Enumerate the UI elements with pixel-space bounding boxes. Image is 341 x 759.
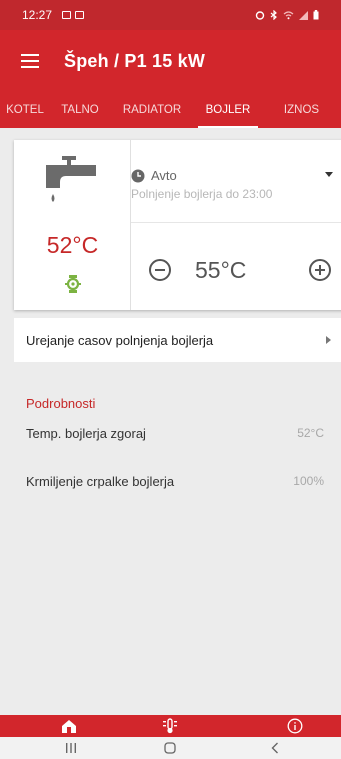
detail-value: 52°C <box>297 426 324 440</box>
tab-radiator[interactable]: RADIATOR <box>110 92 194 128</box>
tab-talno[interactable]: TALNO <box>50 92 110 128</box>
mode-label: Avto <box>151 168 177 183</box>
mode-selector[interactable]: Avto Polnjenje bojlerja do 23:00 <box>131 168 341 201</box>
thermometer-icon[interactable] <box>162 718 178 734</box>
tab-bojler[interactable]: BOJLER <box>194 92 262 128</box>
detail-row: Temp. bojlerja zgoraj 52°C <box>26 426 326 441</box>
pump-icon <box>65 275 81 293</box>
house-icon[interactable] <box>61 718 77 734</box>
back-icon[interactable] <box>271 742 279 754</box>
detail-value: 100% <box>293 474 324 488</box>
detail-label: Temp. bojlerja zgoraj <box>26 426 146 441</box>
decrease-temp-button[interactable] <box>149 259 171 281</box>
setpoint-value: 55°C <box>195 256 247 283</box>
tab-bar: KOTEL TALNO RADIATOR BOJLER IZNOS <box>0 92 341 128</box>
battery-icon <box>313 10 319 20</box>
bluetooth-icon <box>270 10 277 20</box>
menu-icon[interactable] <box>6 41 54 81</box>
chevron-right-icon <box>326 336 331 344</box>
current-temperature: 52°C <box>46 232 99 258</box>
clock-icon <box>131 169 145 182</box>
status-bar: 12:27 <box>0 0 341 30</box>
alarm-icon <box>255 11 265 20</box>
increase-temp-button[interactable] <box>309 259 331 281</box>
app-bar: Špeh / P1 15 kW <box>0 30 341 92</box>
schedule-row-label: Urejanje casov polnjenja bojlerja <box>26 332 214 348</box>
tab-kotel[interactable]: KOTEL <box>0 92 50 128</box>
signal-icon <box>299 11 308 20</box>
gallery-icon <box>62 11 72 19</box>
boiler-status-panel: 52°C <box>14 140 131 310</box>
detail-label: Krmiljenje crpalke bojlerja <box>26 474 175 489</box>
home-icon[interactable] <box>164 742 176 754</box>
mode-description: Polnjenje bojlerja do 23:00 <box>131 187 273 201</box>
bottom-nav-bar <box>0 715 341 737</box>
recents-icon[interactable] <box>65 742 77 754</box>
schedule-row[interactable]: Urejanje casov polnjenja bojlerja <box>14 318 341 362</box>
faucet-icon <box>46 156 96 202</box>
detail-row: Krmiljenje crpalke bojlerja 100% <box>26 474 326 489</box>
page-title: Špeh / P1 15 kW <box>64 50 206 71</box>
status-time: 12:27 <box>22 8 53 22</box>
card-divider <box>131 222 341 223</box>
dropdown-arrow-icon[interactable] <box>325 172 333 178</box>
info-icon[interactable] <box>287 718 303 734</box>
wifi-icon <box>283 11 294 20</box>
tab-iznos[interactable]: IZNOS <box>262 92 341 128</box>
setpoint-control: 55°C <box>131 245 341 295</box>
message-icon <box>75 11 85 19</box>
details-heading: Podrobnosti <box>26 396 96 411</box>
system-nav-bar <box>0 737 341 759</box>
